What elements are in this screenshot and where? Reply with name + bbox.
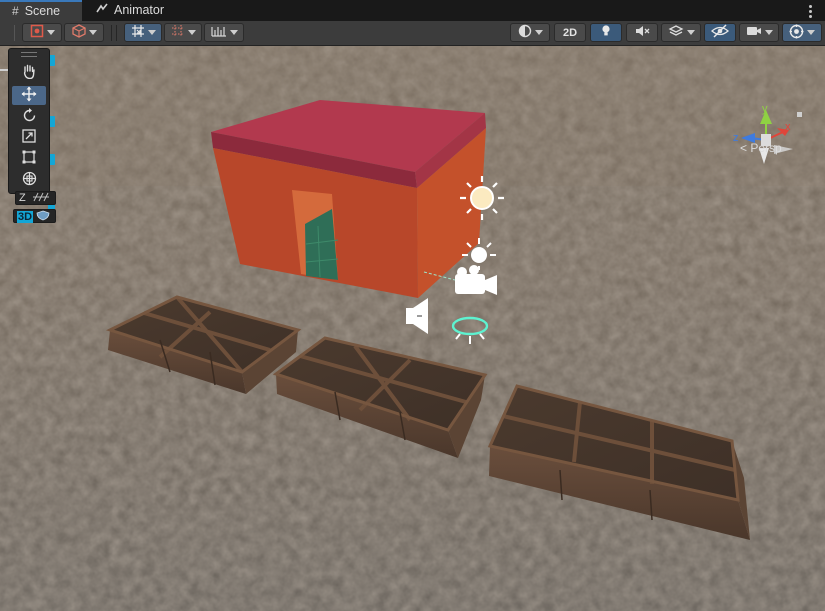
toolbar-grip <box>14 25 15 41</box>
increment-snap-dropdown[interactable] <box>164 23 202 42</box>
scale-tool-button[interactable] <box>12 128 46 147</box>
toggle-2d-label: 2D <box>562 26 578 39</box>
chevron-down-icon <box>686 30 695 35</box>
render-mode-dropdown[interactable] <box>64 23 104 42</box>
chevron-down-icon <box>807 30 815 35</box>
shading-mode-dropdown[interactable] <box>510 23 550 42</box>
tab-animator[interactable]: Animator <box>84 0 176 21</box>
shield-icon <box>36 210 50 221</box>
sphere-shading-icon <box>518 24 532 41</box>
more-options-icon[interactable] <box>803 3 817 19</box>
rotate-icon <box>22 107 37 126</box>
tab-animator-label: Animator <box>114 3 165 17</box>
scene-toolbar: 2D <box>0 21 825 46</box>
ruler-icon <box>210 25 227 40</box>
draw-mode-dropdown[interactable] <box>22 23 62 42</box>
cube-icon <box>71 24 86 41</box>
hand-icon <box>22 64 36 82</box>
hash-icon: # <box>12 4 19 18</box>
scene-viewport[interactable]: Z 3D y x z < Persp <box>0 46 825 611</box>
tab-strip: # Scene Animator <box>0 0 825 22</box>
animator-icon <box>96 0 108 21</box>
projection-toggle-label[interactable]: < Persp <box>740 141 782 155</box>
toolbar-separator <box>111 25 112 41</box>
rect-tool-button[interactable] <box>12 149 46 168</box>
move-tool-button[interactable] <box>12 86 46 105</box>
view-mode-chip[interactable]: 3D <box>13 209 56 223</box>
z-axis-label: Z <box>19 192 26 204</box>
grid-plane-icon <box>32 192 49 202</box>
transform-tool-button[interactable] <box>12 170 46 189</box>
scene-render[interactable] <box>0 46 825 611</box>
gizmos-dropdown[interactable] <box>782 23 822 42</box>
chevron-down-icon <box>187 30 196 35</box>
rotate-tool-button[interactable] <box>12 107 46 126</box>
move-arrows-icon <box>21 86 37 105</box>
mode-3d-label: 3D <box>17 211 34 223</box>
grid-snap-icon <box>131 24 145 41</box>
effects-layers-icon <box>668 24 684 41</box>
lighting-toggle[interactable] <box>590 23 622 42</box>
axis-x-label: x <box>785 121 791 133</box>
orientation-chip[interactable]: Z <box>15 191 56 205</box>
scene-camera-dropdown[interactable] <box>739 23 779 42</box>
toggle-2d-button[interactable]: 2D <box>554 23 586 42</box>
camera-icon <box>746 25 762 40</box>
chevron-down-icon <box>229 30 238 35</box>
chevron-down-icon <box>46 30 55 35</box>
rect-icon <box>22 150 36 167</box>
hand-tool-button[interactable] <box>12 63 46 82</box>
chevron-down-icon <box>147 30 156 35</box>
tools-overlay <box>8 48 50 194</box>
chevron-down-icon <box>534 30 543 35</box>
effects-dropdown[interactable] <box>661 23 701 42</box>
gizmo-globe-icon <box>789 24 804 42</box>
scale-icon <box>22 129 36 146</box>
chevron-down-icon <box>764 30 773 35</box>
hidden-eye-icon <box>711 24 729 41</box>
toolbar-separator <box>116 25 117 41</box>
overlay-grip-icon[interactable] <box>21 52 37 57</box>
draw-mode-icon <box>30 24 44 41</box>
tab-scene[interactable]: # Scene <box>0 0 82 21</box>
lightbulb-icon <box>600 24 612 41</box>
scene-visibility-toggle[interactable] <box>704 23 736 42</box>
axis-y-label: y <box>762 103 768 115</box>
snap-increment-icon <box>171 24 185 41</box>
grid-snapping-toggle[interactable] <box>124 23 162 42</box>
tab-scene-label: Scene <box>24 4 61 18</box>
chevron-down-icon <box>88 30 97 35</box>
audio-toggle[interactable] <box>626 23 658 42</box>
transform-icon <box>22 171 37 189</box>
ruler-dropdown[interactable] <box>204 23 244 42</box>
mute-audio-icon <box>634 24 650 41</box>
axis-z-label: z <box>733 132 739 144</box>
